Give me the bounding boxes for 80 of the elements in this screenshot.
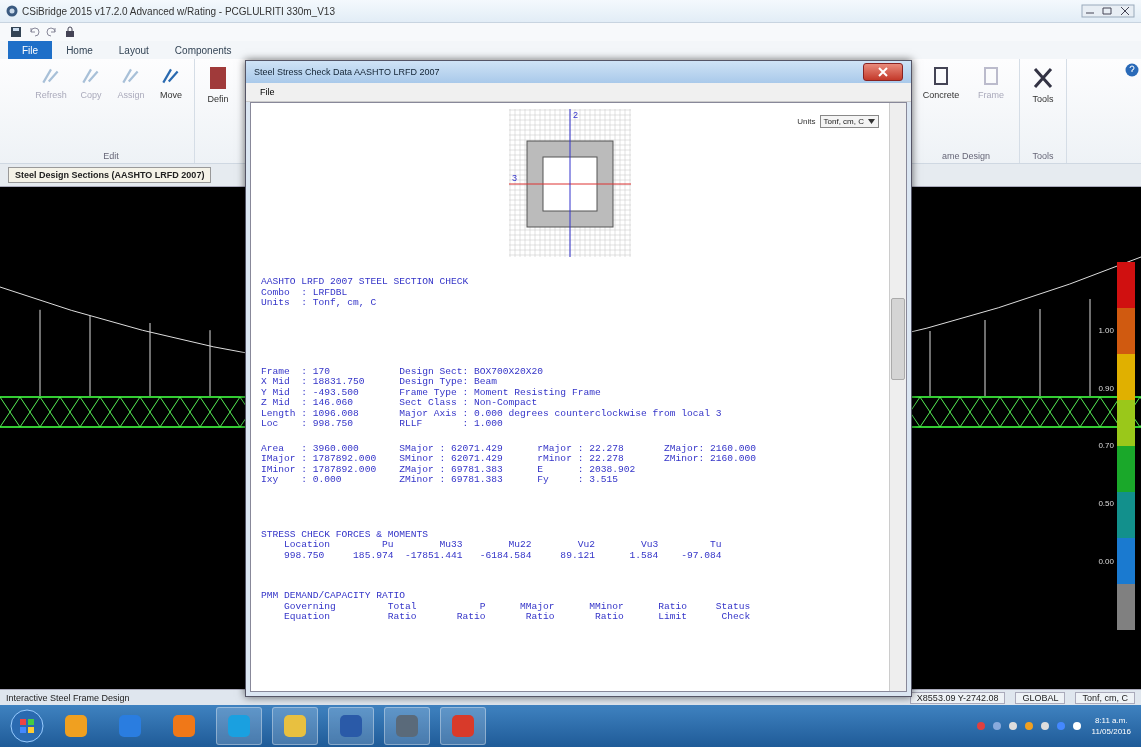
status-text: Interactive Steel Frame Design [6,692,130,703]
units-field[interactable]: Tonf, cm, C [1075,691,1135,704]
window-title: CSiBridge 2015 v17.2.0 Advanced w/Rating - PCGLULRITI 330m_V13 [22,5,335,17]
report-line: Units : Tonf, cm, C [261,298,378,309]
units-dropdown[interactable]: Tonf, cm, C [819,115,879,128]
app-icon [450,713,476,739]
dialog-title: Steel Stress Check Data AASHTO LRFD 2007 [254,67,440,77]
report-line: Governing Total P MMajor MMinor Ratio Status [283,601,752,612]
document-icon [982,65,1000,87]
lock-icon[interactable] [64,26,76,38]
ribbon-tab[interactable]: Home [54,41,105,59]
report-line: Loc : 998.750 RLLF : 1.000 [261,419,504,430]
box-icon [208,65,228,91]
report-line: Equation Ratio Ratio Ratio Ratio Limit Check [283,612,752,623]
tray-icon[interactable] [991,721,1002,731]
group-label: Edit [103,151,119,161]
box-section-drawing: 2 3 [509,109,631,257]
report-line: Combo : LRFDBL [261,287,349,298]
tray-icon[interactable] [1007,721,1018,731]
app-icon [226,713,252,739]
taskbar-app-button[interactable] [216,707,262,745]
legend-label: 0.50 [1098,499,1114,509]
ribbon-tab[interactable]: Components [162,41,244,59]
clock[interactable]: 8:11 a.m. 11/05/2016 [1091,715,1131,737]
app-logo-icon [6,5,18,17]
report-line: X Mid : 18831.750 Design Type: Beam [261,377,499,388]
caret-icon [868,119,875,124]
tray-icon[interactable] [1071,721,1082,731]
report-line: Frame : 170 Design Sect: BOX700X20X20 [261,366,545,377]
coordinate-system-field[interactable]: GLOBAL [1015,691,1066,704]
app-icon [117,713,143,739]
report-line: IMinor : 1787892.000 ZMajor : 69781.383 E : 2038.902 [261,464,637,475]
tray-icon[interactable] [1023,721,1034,731]
window-controls-icon[interactable] [1081,4,1135,18]
close-button[interactable] [863,63,903,81]
save-icon[interactable] [10,26,22,38]
coordinates-readout: X8553.09 Y-2742.08 [909,691,1006,704]
legend-label: 0.90 [1098,383,1114,393]
menu-item[interactable]: File [254,87,281,97]
ribbon-button[interactable]: Tools [1026,63,1060,151]
taskbar-app-button[interactable] [272,707,318,745]
app-icon [171,713,197,739]
app-icon [282,713,308,739]
taskbar-app-button[interactable] [440,707,486,745]
app-icon [394,713,420,739]
document-icon [932,65,950,87]
tray-icon[interactable] [1039,721,1050,731]
group-label: ame Design [942,151,990,161]
tools-icon [1031,65,1055,91]
legend-label: 0.00 [1098,556,1114,566]
report-line: Y Mid : -493.500 Frame Type : Moment Resisting Frame [261,387,602,398]
report-line: AASHTO LRFD 2007 STEEL SECTION CHECK [261,277,470,288]
report-line: Area : 3960.000 SMajor : 62071.429 rMajor : 22.278 ZMajor: 2160.000 [261,443,758,454]
panel-title: Steel Design Sections (AASHTO LRFD 2007) [8,167,212,183]
report-line: IMajor : 1787892.000 SMinor : 62071.429 rMinor : 22.278 ZMinor: 2160.000 [261,454,758,465]
report-line: Location Pu Mu33 Mu22 Vu2 Vu3 Tu [283,540,723,551]
app-icon [63,713,89,739]
taskbar-app-button[interactable] [384,707,430,745]
legend-label: 1.00 [1098,326,1114,336]
ribbon-button[interactable]: Defin [201,63,235,106]
report-line: Length : 1096.008 Major Axis : 0.000 degrees counterclockwise from local 3 [261,408,723,419]
report-line: STRESS CHECK FORCES & MOMENTS [261,529,429,540]
redo-icon[interactable] [46,26,58,38]
undo-icon[interactable] [28,26,40,38]
close-icon [878,67,888,77]
report-line: 998.750 185.974 -17851.441 -6184.584 89.121 1.584 -97.084 [283,550,723,561]
report-line: Z Mid : 146.060 Sect Class : Non-Compact [261,398,539,409]
ribbon-button[interactable]: Move [154,63,188,151]
group-label: Tools [1032,151,1054,161]
app-icon [338,713,364,739]
report-line: Ixy : 0.000 ZMinor : 69781.383 Fy : 3.515 [261,475,619,486]
scrollbar-thumb[interactable] [891,298,905,380]
start-button[interactable] [10,709,44,743]
legend-label: 0.70 [1098,441,1114,451]
ribbon-tab[interactable]: Layout [106,41,161,59]
ribbon-button[interactable]: Concrete [919,63,963,151]
units-label: Units [797,117,816,126]
taskbar-app-button[interactable] [328,707,374,745]
help-icon[interactable] [1125,63,1139,77]
report-line: PMM DEMAND/CAPACITY RATIO [261,591,406,602]
